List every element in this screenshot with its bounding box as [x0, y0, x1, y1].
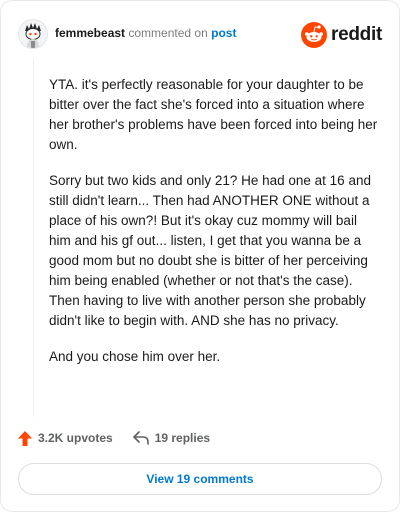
comment-actions: 3.2K upvotes 19 replies	[18, 428, 210, 448]
upvote-arrow-icon	[18, 430, 32, 446]
action-text: commented on	[128, 26, 208, 40]
comment-paragraph: YTA. it's perfectly reasonable for your …	[49, 77, 378, 152]
comment-meta: femmebeast commented on post	[55, 26, 236, 40]
comment-body: YTA. it's perfectly reasonable for your …	[49, 75, 379, 383]
thread-line[interactable]	[33, 59, 34, 417]
upvote-count: 3.2K upvotes	[38, 431, 113, 445]
view-comments-button[interactable]: View 19 comments	[18, 463, 382, 495]
upvote-button[interactable]: 3.2K upvotes	[18, 430, 113, 446]
replies-button[interactable]: 19 replies	[132, 431, 211, 445]
comment-card: femmebeast commented on post reddit YTA.…	[0, 0, 400, 512]
reddit-brand[interactable]: reddit	[301, 21, 382, 49]
reddit-wordmark: reddit	[331, 24, 382, 45]
username-link[interactable]: femmebeast	[55, 26, 125, 40]
comment-paragraph: Sorry but two kids and only 21? He had o…	[49, 173, 371, 328]
comment-header: femmebeast commented on post reddit	[18, 19, 386, 49]
avatar[interactable]	[18, 19, 48, 49]
reply-count: 19 replies	[154, 431, 211, 445]
comment-paragraph: And you chose him over her.	[49, 349, 221, 364]
post-link[interactable]: post	[211, 26, 236, 40]
avatar-icon	[19, 20, 47, 48]
reply-icon	[132, 431, 149, 445]
reddit-logo-icon	[301, 22, 328, 48]
